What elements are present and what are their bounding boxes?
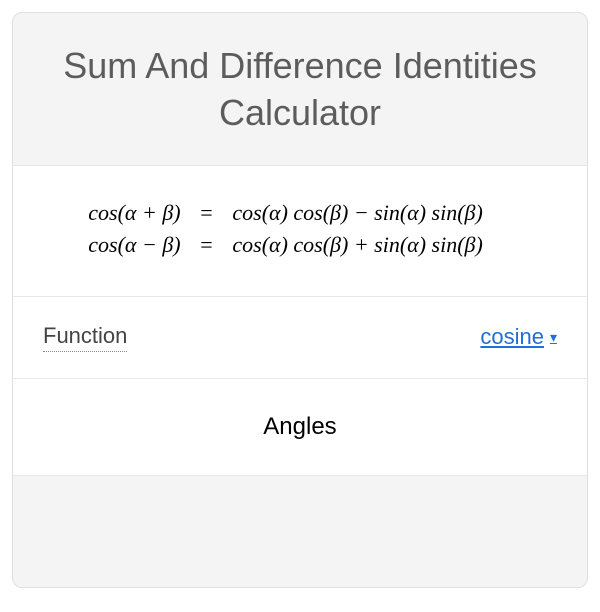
formula-panel: cos(α + β) = cos(α) cos(β) − sin(α) sin(… — [13, 165, 587, 297]
chevron-down-icon: ▾ — [550, 329, 557, 346]
function-row: Function cosine ▾ — [13, 297, 587, 379]
angles-section-header: Angles — [13, 379, 587, 476]
function-select[interactable]: cosine ▾ — [480, 324, 557, 350]
calculator-card: Sum And Difference Identities Calculator… — [12, 12, 588, 588]
formula-rhs: cos(α) cos(β) + sin(α) sin(β) — [232, 232, 567, 258]
formula-lhs: cos(α + β) — [33, 200, 181, 226]
function-selected-value: cosine — [480, 324, 544, 350]
header: Sum And Difference Identities Calculator — [13, 13, 587, 165]
formula-lhs: cos(α − β) — [33, 232, 181, 258]
function-label: Function — [43, 323, 127, 352]
formula-eq: = — [199, 200, 215, 226]
formula-row-sum: cos(α + β) = cos(α) cos(β) − sin(α) sin(… — [33, 200, 567, 226]
page-title: Sum And Difference Identities Calculator — [33, 43, 567, 137]
formula-row-diff: cos(α − β) = cos(α) cos(β) + sin(α) sin(… — [33, 232, 567, 258]
angles-label: Angles — [263, 413, 336, 440]
formula-rhs: cos(α) cos(β) − sin(α) sin(β) — [232, 200, 567, 226]
formula-eq: = — [199, 232, 215, 258]
